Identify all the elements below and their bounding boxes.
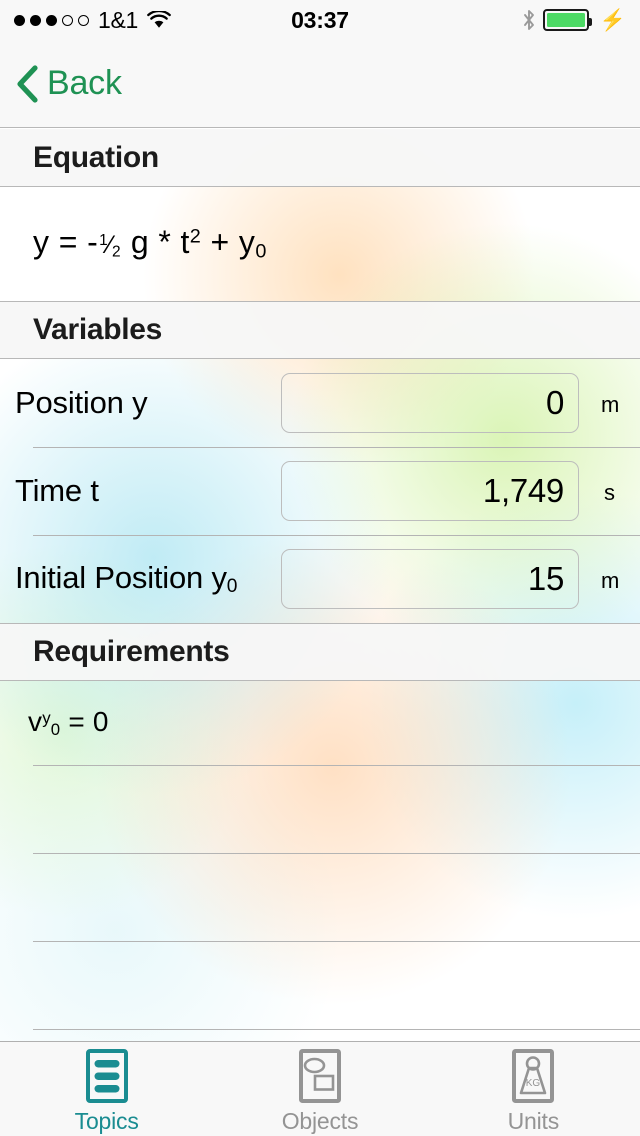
variable-row-position-y[interactable]: Position y 0 m [0,359,640,447]
equation-one-half: 1⁄2 [99,231,120,261]
variable-label-initial-position-y0: Initial Position y0 [15,560,237,598]
lightning-bolt-icon: ⚡ [599,8,626,32]
signal-dot-5 [78,14,89,26]
equation-time-exponent: 2 [189,226,202,248]
equation-gravity: g [130,224,150,261]
variable-unit-position-y: m [601,392,620,417]
svg-text:KG: KG [526,1078,541,1089]
empty-row[interactable] [0,1030,640,1041]
signal-dot-2 [30,14,41,26]
variable-value-position-y: 0 [545,384,564,421]
shapes-icon [292,1048,348,1104]
signal-dot-1 [14,14,25,26]
requirement-rest: = 0 [60,706,109,738]
variable-input-position-y[interactable]: 0 [281,373,579,433]
row-separator [33,535,640,536]
tab-bar: Topics Objects KG Units [0,1041,640,1136]
empty-row[interactable] [0,766,640,854]
equation-formula: y = -1⁄2 g * t2 + y0 [33,224,267,263]
requirement-expression: vy0 = 0 [28,706,109,740]
requirement-superscript: y [42,708,51,728]
content-table[interactable]: Equation y = -1⁄2 g * t2 + y0 Variables [0,129,640,1041]
variable-row-initial-position-y0[interactable]: Initial Position y0 15 m [0,535,640,623]
requirement-subscript: 0 [50,720,61,740]
equation-equals: = [58,224,78,261]
status-bar-left: 1&1 [14,7,320,34]
weight-kg-icon: KG [505,1048,561,1104]
variable-label-text: Time t [15,473,99,508]
tab-label-topics: Topics [74,1107,139,1134]
fraction-denominator: 2 [111,243,121,261]
variable-unit-initial-position-y0: m [601,568,620,593]
tab-units[interactable]: KG Units [427,1042,640,1136]
requirement-row[interactable]: vy0 = 0 [0,681,640,766]
equation-initial-sub: 0 [255,240,267,263]
empty-row[interactable] [0,942,640,1030]
requirement-base: v [28,706,43,738]
equation-times: * [158,224,172,261]
equation-plus: + [210,224,230,261]
tab-label-units: Units [507,1107,560,1134]
status-bar: 1&1 03:37 ⚡ [0,0,640,40]
section-title-requirements: Requirements [33,635,230,668]
variable-label-position-y: Position y [15,385,148,421]
fraction-numerator: 1 [99,232,108,250]
signal-dot-3 [46,14,57,26]
section-header-equation: Equation [0,129,640,187]
chevron-left-icon [16,64,38,103]
variable-input-initial-position-y0[interactable]: 15 [281,549,579,609]
carrier-name: 1&1 [98,6,139,33]
equation-time-var: t [180,224,190,261]
back-button-label: Back [47,64,122,102]
signal-strength-dots [14,14,89,26]
section-title-variables: Variables [33,313,163,346]
equation-row[interactable]: y = -1⁄2 g * t2 + y0 [0,187,640,301]
app-screen: 1&1 03:37 ⚡ Back Equation y = -1⁄2 g * t… [0,0,640,1136]
variable-input-time-t[interactable]: 1,749 [281,461,579,521]
section-header-requirements: Requirements [0,623,640,681]
tab-objects[interactable]: Objects [213,1042,426,1136]
variable-label-text: Initial Position y [15,559,227,595]
signal-dot-4 [62,14,73,26]
section-header-variables: Variables [0,301,640,359]
variable-row-time-t[interactable]: Time t 1,749 s [0,447,640,535]
equation-initial-var: y [238,224,256,261]
empty-row[interactable] [0,854,640,942]
equation-minus: - [87,224,99,261]
wifi-icon [147,9,171,29]
back-button[interactable]: Back [14,60,130,107]
tab-topics[interactable]: Topics [0,1042,213,1136]
list-lines-icon [79,1048,135,1104]
variable-value-initial-position-y0: 15 [527,560,564,597]
equation-lhs: y [33,224,50,261]
tab-label-objects: Objects [281,1107,359,1134]
variable-value-time-t: 1,749 [482,472,564,509]
variable-unit-time-t: s [604,480,615,505]
bluetooth-icon [522,9,536,31]
variable-label-subscript: 0 [226,576,238,598]
status-bar-right: ⚡ [320,9,626,31]
battery-fill [546,13,585,27]
row-separator [33,447,640,448]
variable-label-text: Position y [15,385,148,420]
navigation-bar: Back [0,40,640,128]
battery-icon [542,9,592,31]
variable-label-time-t: Time t [15,473,99,509]
section-title-equation: Equation [33,140,159,174]
